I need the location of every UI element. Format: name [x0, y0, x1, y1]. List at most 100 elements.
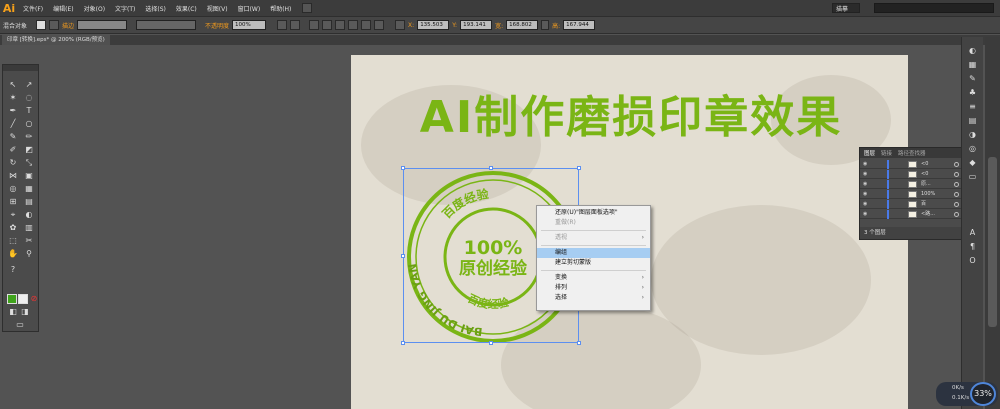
- stroke-swatch[interactable]: [49, 20, 60, 30]
- layer-row[interactable]: ◉ <0: [860, 160, 972, 169]
- shape-builder-tool-icon[interactable]: ◎: [8, 184, 18, 194]
- align-middle-button[interactable]: [361, 20, 372, 30]
- stroke-color-icon[interactable]: [18, 294, 28, 304]
- tools-panel-header[interactable]: [3, 65, 38, 71]
- help-search-input[interactable]: [874, 3, 994, 13]
- character-panel-icon[interactable]: A: [967, 227, 978, 238]
- zoom-tool-icon[interactable]: ⚲: [24, 249, 34, 259]
- align-right-button[interactable]: [335, 20, 346, 30]
- scrollbar-thumb[interactable]: [988, 157, 997, 327]
- screen-mode-icon[interactable]: ▭: [15, 320, 25, 330]
- align-left-button[interactable]: [309, 20, 320, 30]
- vertical-scrollbar[interactable]: [985, 37, 1000, 409]
- style-picker[interactable]: [277, 20, 288, 30]
- layer-row[interactable]: ◉ <0: [860, 170, 972, 179]
- scale-tool-icon[interactable]: ⤡: [24, 158, 34, 168]
- menu-help[interactable]: 帮助(H): [265, 4, 296, 13]
- opentype-panel-icon[interactable]: O: [967, 255, 978, 266]
- ctx-group[interactable]: 编组: [537, 248, 650, 258]
- selection-handle[interactable]: [489, 341, 493, 345]
- eye-icon[interactable]: ◉: [863, 181, 867, 187]
- menu-view[interactable]: 视图(V): [202, 4, 233, 13]
- pen-tool-icon[interactable]: ✒: [8, 106, 18, 116]
- transparency-panel-icon[interactable]: ◑: [967, 129, 978, 140]
- selection-handle[interactable]: [489, 166, 493, 170]
- brushes-panel-icon[interactable]: ✎: [967, 73, 978, 84]
- help-icon[interactable]: ?: [8, 265, 18, 275]
- target-icon[interactable]: [954, 192, 959, 197]
- slice-tool-icon[interactable]: ✂: [24, 236, 34, 246]
- magic-wand-tool-icon[interactable]: ✶: [8, 93, 18, 103]
- eye-icon[interactable]: ◉: [863, 201, 867, 207]
- network-speed-widget[interactable]: 0K/s 0.1K/s 33%: [936, 382, 998, 406]
- selection-handle[interactable]: [401, 341, 405, 345]
- mesh-tool-icon[interactable]: ⊞: [8, 197, 18, 207]
- workspace-switcher[interactable]: 描摹: [832, 3, 860, 13]
- gradient-tool-icon[interactable]: ▤: [24, 197, 34, 207]
- direct-selection-tool-icon[interactable]: ↗: [24, 80, 34, 90]
- document-tab[interactable]: 印章 [转换].eps* @ 200% (RGB/预览): [2, 35, 110, 45]
- eye-icon[interactable]: ◉: [863, 171, 867, 177]
- eyedropper-tool-icon[interactable]: ⌖: [8, 210, 18, 220]
- swatches-panel-icon[interactable]: ▦: [967, 59, 978, 70]
- align-top-button[interactable]: [348, 20, 359, 30]
- artboards-panel-icon[interactable]: ▭: [967, 171, 978, 182]
- perspective-grid-tool-icon[interactable]: ▦: [24, 184, 34, 194]
- opacity-label[interactable]: 不透明度: [205, 21, 229, 30]
- layer-row[interactable]: ◉ 原...: [860, 180, 972, 189]
- x-field[interactable]: 135.503: [417, 20, 450, 30]
- height-field[interactable]: 167.944: [563, 20, 596, 30]
- eye-icon[interactable]: ◉: [863, 191, 867, 197]
- selection-handle[interactable]: [577, 166, 581, 170]
- ctx-select[interactable]: 选择 ›: [537, 293, 650, 303]
- pencil-tool-icon[interactable]: ✏: [24, 132, 34, 142]
- appearance-panel-icon[interactable]: ◎: [967, 143, 978, 154]
- selection-handle[interactable]: [577, 341, 581, 345]
- paintbrush-tool-icon[interactable]: ✎: [8, 132, 18, 142]
- layer-row[interactable]: ◉ 百: [860, 200, 972, 209]
- line-tool-icon[interactable]: ╱: [8, 119, 18, 129]
- stroke-weight-field[interactable]: [77, 20, 128, 30]
- ctx-redo[interactable]: 重做(R): [537, 218, 650, 228]
- stroke-label[interactable]: 描边: [62, 21, 74, 30]
- hand-tool-icon[interactable]: ✋: [8, 249, 18, 259]
- variable-width-field[interactable]: [136, 20, 197, 30]
- fill-color-icon[interactable]: [7, 294, 17, 304]
- menu-window[interactable]: 窗口(W): [233, 4, 266, 13]
- layer-row[interactable]: ◉ 100%: [860, 190, 972, 199]
- draw-mode-icon[interactable]: ◧: [8, 307, 18, 317]
- selection-handle[interactable]: [401, 166, 405, 170]
- transform-reference-icon[interactable]: [395, 20, 406, 30]
- paragraph-panel-icon[interactable]: ¶: [967, 241, 978, 252]
- menu-select[interactable]: 选择(S): [140, 4, 171, 13]
- y-field[interactable]: 193.141: [460, 20, 493, 30]
- none-color-icon[interactable]: ⊘: [29, 294, 39, 304]
- stroke-panel-icon[interactable]: ≡: [967, 101, 978, 112]
- ctx-transform[interactable]: 变换 ›: [537, 273, 650, 283]
- tab-pathfinder[interactable]: 路径查找器: [898, 149, 926, 157]
- fill-swatch[interactable]: [36, 20, 47, 30]
- symbol-sprayer-tool-icon[interactable]: ✿: [8, 223, 18, 233]
- align-bottom-button[interactable]: [374, 20, 385, 30]
- menu-file[interactable]: 文件(F): [18, 4, 48, 13]
- constrain-link-icon[interactable]: [541, 20, 550, 30]
- eraser-tool-icon[interactable]: ◩: [24, 145, 34, 155]
- artboard-tool-icon[interactable]: ⬚: [8, 236, 18, 246]
- eye-icon[interactable]: ◉: [863, 211, 867, 217]
- tab-layers[interactable]: 图层: [864, 149, 875, 157]
- tab-links[interactable]: 链接: [881, 149, 892, 157]
- target-icon[interactable]: [954, 162, 959, 167]
- layers-panel-icon[interactable]: ◆: [967, 157, 978, 168]
- rotate-tool-icon[interactable]: ↻: [8, 158, 18, 168]
- ctx-perspective[interactable]: 透视 ›: [537, 233, 650, 243]
- free-transform-tool-icon[interactable]: ▣: [24, 171, 34, 181]
- ctx-arrange[interactable]: 排列 ›: [537, 283, 650, 293]
- lasso-tool-icon[interactable]: ◌: [24, 93, 34, 103]
- type-tool-icon[interactable]: T: [24, 106, 34, 116]
- width-tool-icon[interactable]: ⋈: [8, 171, 18, 181]
- ctx-undo[interactable]: 还原(U)"图层面板选项": [537, 208, 650, 218]
- ctx-make-clipping-mask[interactable]: 建立剪切蒙版: [537, 258, 650, 268]
- bridge-button[interactable]: [302, 3, 313, 13]
- symbols-panel-icon[interactable]: ♣: [967, 87, 978, 98]
- target-icon[interactable]: [954, 182, 959, 187]
